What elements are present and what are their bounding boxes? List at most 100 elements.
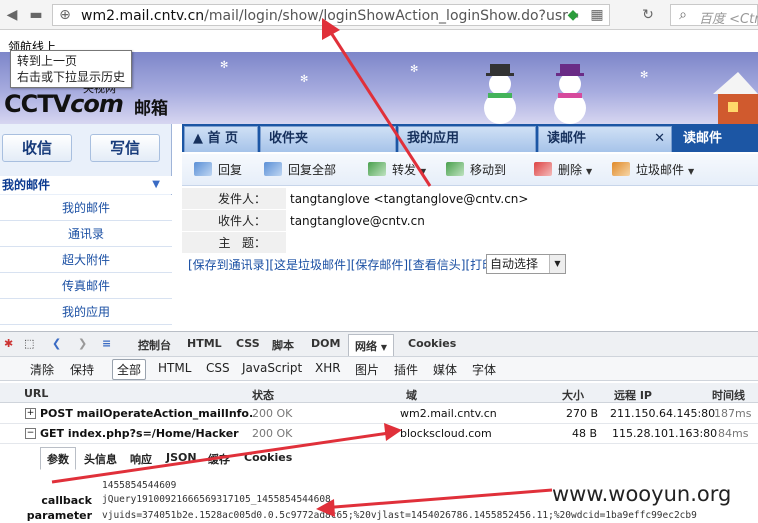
filter-images[interactable]: 图片 <box>355 361 379 378</box>
firebug-icon[interactable]: ✱ <box>4 337 13 350</box>
tab-json[interactable]: JSON <box>166 451 197 464</box>
tab-inbox[interactable]: 收件夹 <box>260 126 396 152</box>
reply-all-button[interactable]: 回复全部 <box>264 160 336 180</box>
address-bar[interactable]: ⊕ wm2.mail.cntv.cn/mail/login/show/login… <box>52 4 610 26</box>
tab-label: 首 页 <box>207 131 239 146</box>
filter-all[interactable]: 全部 <box>112 359 147 380</box>
filter-html[interactable]: HTML <box>158 361 191 375</box>
inbox-button[interactable]: 收信 <box>2 134 72 162</box>
tab-css[interactable]: CSS <box>236 337 260 350</box>
back-arrow-icon[interactable]: ◀ <box>4 7 20 23</box>
tab-headers[interactable]: 头信息 <box>84 451 117 467</box>
snowflake-icon: ✻ <box>300 74 309 85</box>
column-url[interactable]: URL <box>24 387 48 400</box>
request-ip: 211.150.64.145:80 <box>610 407 716 420</box>
mail-action-links[interactable]: [保存到通讯录][这是垃圾邮件][保存邮件][查看信头][打印] <box>188 257 499 273</box>
tab-response[interactable]: 响应 <box>130 451 152 467</box>
tab-read-mail[interactable]: 读邮件 ✕ <box>538 126 672 152</box>
forward-arrow-icon[interactable]: ❯ <box>78 337 87 350</box>
network-table-header: URL 状态 域 大小 远程 IP 时间线 <box>0 383 758 403</box>
column-domain[interactable]: 域 <box>406 387 417 403</box>
move-icon <box>446 162 464 176</box>
logo-com: com <box>70 90 124 118</box>
filter-xhr[interactable]: XHR <box>315 361 341 375</box>
compose-button[interactable]: 写信 <box>90 134 160 162</box>
close-icon[interactable]: ✕ <box>654 127 665 151</box>
tab-cache[interactable]: 缓存 <box>208 451 230 467</box>
tab-cookies[interactable]: Cookies <box>408 337 456 350</box>
sidebar-section-header[interactable]: 我的邮件 ▼ <box>0 176 172 194</box>
encoding-value: 自动选择 <box>490 257 539 271</box>
delete-icon <box>534 162 552 176</box>
sidebar-item-large-attachment[interactable]: 超大附件 <box>0 247 172 273</box>
reply-button[interactable]: 回复 <box>194 160 242 180</box>
encoding-select[interactable]: 自动选择 ▼ <box>486 254 566 274</box>
column-remote-ip[interactable]: 远程 IP <box>614 387 652 403</box>
command-line-icon[interactable]: ≡ <box>102 337 111 350</box>
tab-my-apps[interactable]: 我的应用 <box>398 126 536 152</box>
search-placeholder: 百度 <Ctrl <box>699 12 758 27</box>
refresh-icon[interactable]: ↻ <box>640 7 656 23</box>
spam-button[interactable]: 垃圾邮件 ▼ <box>612 160 694 180</box>
column-status[interactable]: 状态 <box>252 387 274 403</box>
move-to-button[interactable]: 移动到 <box>446 160 506 180</box>
filter-plugins[interactable]: 插件 <box>394 361 418 378</box>
search-input[interactable]: ⌕ 百度 <Ctrl <box>670 4 758 27</box>
tab-params[interactable]: 参数 <box>40 447 76 470</box>
table-row[interactable]: − GET index.php?s=/Home/Hacker 200 OK bl… <box>0 424 758 444</box>
filter-javascript[interactable]: JavaScript <box>242 361 302 375</box>
collapse-icon[interactable]: − <box>25 428 36 439</box>
tab-network[interactable]: 网络 ▼ <box>348 334 394 356</box>
sidebar-item-my-apps[interactable]: 我的应用 <box>0 299 172 325</box>
chevron-down-icon[interactable]: ▼ <box>381 343 387 352</box>
devtools-toolbar: ✱ ⬚ ❮ ❯ ≡ 控制台 HTML CSS 脚本 DOM 网络 ▼ Cooki… <box>0 331 758 357</box>
column-size[interactable]: 大小 <box>562 387 584 403</box>
filter-fonts[interactable]: 字体 <box>472 361 496 378</box>
table-row[interactable]: + POST mailOperateAction_mailInfo. 200 O… <box>0 404 758 424</box>
house-illustration <box>713 72 758 124</box>
search-icon: ⌕ <box>679 7 687 23</box>
chevron-down-icon[interactable]: ▼ <box>586 167 592 176</box>
filter-css[interactable]: CSS <box>206 361 230 375</box>
delete-label: 删除 <box>558 163 583 177</box>
clear-button[interactable]: 清除 <box>30 361 54 378</box>
url-host: wm2.mail.cntv.cn <box>81 8 205 24</box>
tab-html[interactable]: HTML <box>187 337 222 350</box>
forward-icon <box>368 162 386 176</box>
filter-media[interactable]: 媒体 <box>433 361 457 378</box>
chevron-down-icon[interactable]: ▼ <box>688 167 694 176</box>
move-to-label: 移动到 <box>470 163 507 177</box>
folder-icon[interactable]: ▬ <box>28 7 44 23</box>
persist-button[interactable]: 保持 <box>70 361 94 378</box>
chevron-down-icon[interactable]: ▼ <box>549 255 565 273</box>
tab-cookies[interactable]: Cookies <box>244 451 292 464</box>
tab-read-mail-active[interactable]: 读邮件 <box>674 126 758 152</box>
expand-icon[interactable]: + <box>25 408 36 419</box>
chevron-down-icon[interactable]: ▼ <box>420 167 426 176</box>
reply-all-icon <box>264 162 282 176</box>
tab-home[interactable]: ▲ 首 页 <box>184 126 258 152</box>
back-arrow-icon[interactable]: ❮ <box>52 337 61 350</box>
address-url[interactable]: wm2.mail.cntv.cn/mail/login/show/loginSh… <box>81 8 580 24</box>
delete-button[interactable]: 删除 ▼ <box>534 160 592 180</box>
snowflake-icon: ✻ <box>640 70 649 81</box>
tab-dom[interactable]: DOM <box>311 337 340 350</box>
from-value: tangtanglove <tangtanglove@cntv.cn> <box>290 192 529 206</box>
cctv-logo[interactable]: CCTVcom <box>4 90 124 118</box>
sidebar-item-my-mail[interactable]: 我的邮件 <box>0 195 172 221</box>
sidebar-item-fax[interactable]: 传真邮件 <box>0 273 172 299</box>
tab-console[interactable]: 控制台 <box>138 337 171 353</box>
logo-cctv: CCTV <box>4 90 71 118</box>
qrcode-icon[interactable]: ▦ <box>589 7 605 23</box>
subject-label: 主 题： <box>182 232 286 254</box>
chevron-down-icon[interactable]: ▼ <box>152 176 160 194</box>
inspect-icon[interactable]: ⬚ <box>24 337 34 350</box>
request-detail-tabs: 参数 头信息 响应 JSON 缓存 Cookies <box>40 447 540 470</box>
shield-icon[interactable]: ◆ <box>565 7 581 23</box>
sidebar-item-contacts[interactable]: 通讯录 <box>0 221 172 247</box>
column-timeline[interactable]: 时间线 <box>712 387 745 403</box>
snowflake-icon: ✻ <box>220 60 229 71</box>
tab-script[interactable]: 脚本 <box>272 337 294 353</box>
request-domain: blockscloud.com <box>400 427 492 440</box>
forward-button[interactable]: 转发 ▼ <box>368 160 426 180</box>
